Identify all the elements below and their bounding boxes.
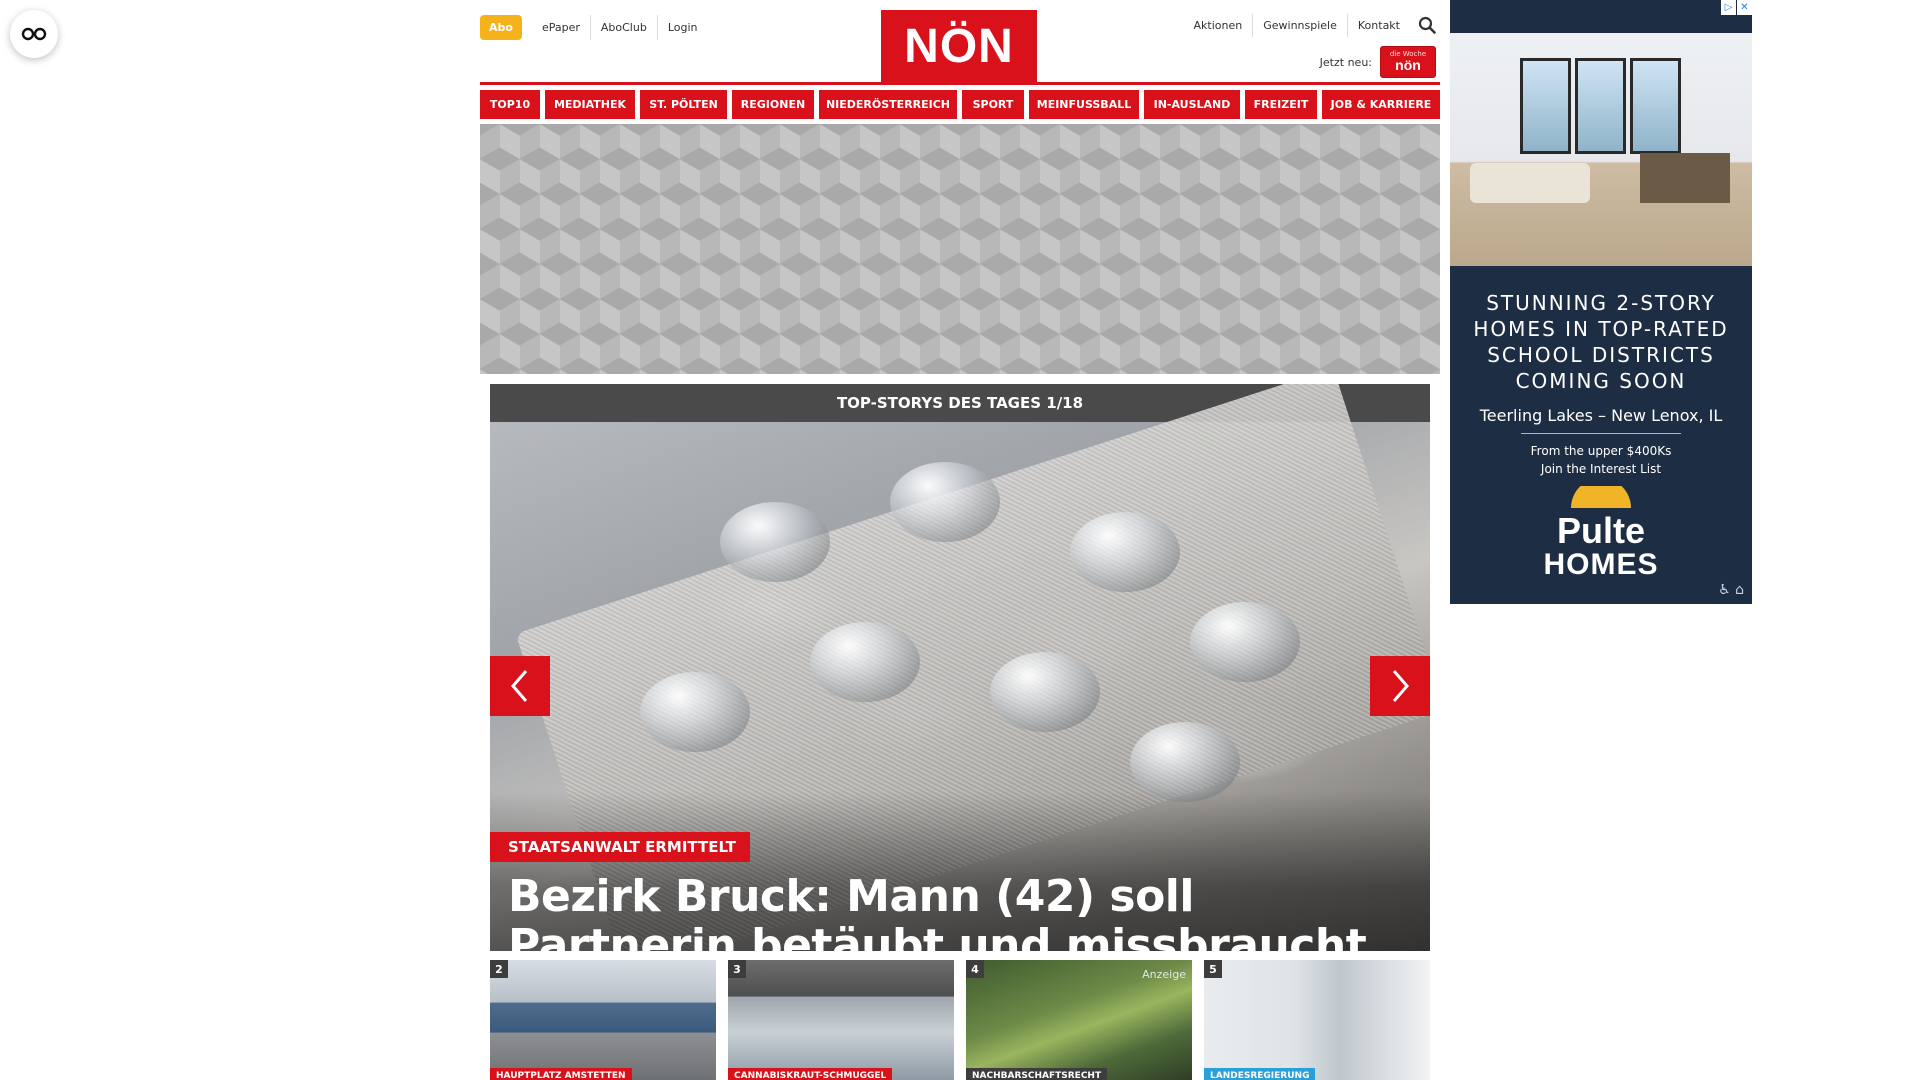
story-teaser[interactable]: 4 Anzeige NACHBARSCHAFTSRECHT	[966, 960, 1192, 1080]
search-icon	[1418, 16, 1436, 34]
brand-line-2: HOMES	[1543, 548, 1659, 581]
accessibility-icon: ♿	[1718, 582, 1731, 598]
ad-divider	[1521, 433, 1681, 434]
story-kicker[interactable]: STAATSANWALT ERMITTELT	[490, 832, 750, 862]
app-promo: Jetzt neu: die Woche nön	[1320, 46, 1436, 78]
nav-item-job-karriere[interactable]: JOB & KARRIERE	[1322, 90, 1440, 119]
teaser-number: 4	[966, 960, 984, 978]
ad-headline-line: COMING SOON	[1515, 369, 1687, 393]
die-woche-app-badge[interactable]: die Woche nön	[1380, 46, 1436, 78]
ad-cta: Join the Interest List	[1540, 462, 1662, 476]
ad-interior-photo	[1450, 33, 1752, 266]
aboclub-link[interactable]: AboClub	[589, 15, 657, 40]
ad-price: From the upper $400Ks	[1530, 444, 1672, 458]
blister-bubble	[810, 622, 920, 702]
story-teaser-row: 2 HAUPTPLATZ AMSTETTEN 3 CANNABISKRAUT-S…	[490, 960, 1430, 1080]
ad-headline-line: STUNNING 2-STORY	[1486, 291, 1716, 315]
slide-image[interactable]: STAATSANWALT ERMITTELT Bezirk Bruck: Man…	[490, 384, 1430, 951]
nav-item-freizeit[interactable]: FREIZEIT	[1245, 90, 1317, 119]
logo-text: NÖN	[904, 19, 1014, 73]
site-logo[interactable]: NÖN	[881, 10, 1037, 82]
ad-footer-icons: ♿ ⌂	[1718, 582, 1744, 598]
teaser-tag: LANDESREGIERUNG	[1204, 1068, 1316, 1080]
photo-kitchen-island	[1640, 153, 1730, 203]
blister-bubble	[990, 652, 1100, 732]
blister-bubble	[1190, 602, 1300, 682]
sponsored-label: Anzeige	[1142, 968, 1186, 981]
reader-glasses-icon	[21, 27, 47, 41]
nav-item-st-poelten[interactable]: ST. PÖLTEN	[640, 90, 727, 119]
blister-bubble	[1130, 722, 1240, 802]
story-headline[interactable]: Bezirk Bruck: Mann (42) soll Partnerin b…	[508, 872, 1408, 951]
blister-bubble	[640, 672, 750, 752]
sunrise-icon	[1571, 478, 1631, 508]
slider-next-button[interactable]	[1370, 656, 1430, 716]
nav-item-mediathek[interactable]: MEDIATHEK	[545, 90, 635, 119]
brand-line-1: Pulte	[1556, 510, 1645, 551]
nav-item-meinfussball[interactable]: MEINFUSSBALL	[1029, 90, 1139, 119]
slider-prev-button[interactable]	[490, 656, 550, 716]
abo-button[interactable]: Abo	[480, 15, 522, 40]
kontakt-link[interactable]: Kontakt	[1346, 13, 1410, 37]
blister-bubble	[720, 502, 830, 582]
category-nav: TOP10 MEDIATHEK ST. PÖLTEN REGIONEN NIED…	[480, 90, 1440, 119]
top-utility-nav: Abo ePaper AboClub Login	[480, 15, 708, 40]
blister-bubble	[1070, 512, 1180, 592]
right-utility-nav: Aktionen Gewinnspiele Kontakt	[1184, 12, 1440, 38]
gewinnspiele-link[interactable]: Gewinnspiele	[1252, 13, 1347, 37]
ad-headline-line: HOMES IN TOP-RATED	[1473, 317, 1729, 341]
nav-item-sport[interactable]: SPORT	[962, 90, 1024, 119]
ad-close-icon[interactable]: ✕	[1737, 0, 1752, 15]
chevron-right-icon	[1392, 670, 1409, 702]
story-teaser[interactable]: 3 CANNABISKRAUT-SCHMUGGEL	[728, 960, 954, 1080]
nav-item-in-ausland[interactable]: IN-AUSLAND	[1144, 90, 1240, 119]
equal-housing-icon: ⌂	[1735, 582, 1744, 598]
teaser-number: 5	[1204, 960, 1222, 978]
photo-window	[1520, 58, 1571, 154]
adchoices-icon[interactable]: ▷	[1721, 0, 1736, 15]
photo-window	[1575, 58, 1626, 154]
slider-title: TOP-STORYS DES TAGES 1/18	[836, 394, 1084, 412]
banner-ad-placeholder[interactable]	[480, 124, 1440, 374]
teaser-tag: NACHBARSCHAFTSRECHT	[966, 1068, 1108, 1080]
epaper-link[interactable]: ePaper	[532, 15, 590, 40]
teaser-number: 2	[490, 960, 508, 978]
adchoices-controls: ▷ ✕	[1720, 0, 1752, 15]
teaser-tag: HAUPTPLATZ AMSTETTEN	[490, 1068, 632, 1080]
ad-copy: STUNNING 2-STORY HOMES IN TOP-RATED SCHO…	[1450, 290, 1752, 478]
nav-item-niederoesterreich[interactable]: NIEDERÖSTERREICH	[819, 90, 957, 119]
chevron-left-icon	[511, 670, 528, 702]
story-teaser[interactable]: 5 LANDESREGIERUNG	[1204, 960, 1430, 1080]
teaser-number: 3	[728, 960, 746, 978]
app-badge-big-text: nön	[1395, 57, 1421, 73]
story-teaser[interactable]: 2 HAUPTPLATZ AMSTETTEN	[490, 960, 716, 1080]
blister-bubble	[890, 462, 1000, 542]
photo-window	[1630, 58, 1681, 154]
reader-mode-button[interactable]	[10, 10, 58, 58]
header-divider	[480, 82, 1440, 85]
side-advertisement[interactable]: ▷ ✕ STUNNING 2-STORY HOMES IN TOP-RATED …	[1450, 0, 1752, 604]
ad-location: Teerling Lakes – New Lenox, IL	[1479, 406, 1723, 425]
site-header: Abo ePaper AboClub Login NÖN Aktionen Ge…	[480, 0, 1440, 84]
nav-item-top10[interactable]: TOP10	[480, 90, 540, 119]
pulte-homes-logo: Pulte HOMES	[1450, 478, 1752, 581]
photo-sofa	[1470, 163, 1590, 203]
ad-headline-line: SCHOOL DISTRICTS	[1487, 343, 1715, 367]
top-stories-slider: TOP-STORYS DES TAGES 1/18 STAATSANWALT E…	[490, 384, 1430, 951]
nav-item-regionen[interactable]: REGIONEN	[732, 90, 814, 119]
login-link[interactable]: Login	[656, 15, 708, 40]
jetzt-neu-label: Jetzt neu:	[1319, 55, 1372, 69]
aktionen-link[interactable]: Aktionen	[1184, 14, 1253, 37]
search-button[interactable]	[1414, 12, 1440, 38]
teaser-tag: CANNABISKRAUT-SCHMUGGEL	[728, 1068, 893, 1080]
